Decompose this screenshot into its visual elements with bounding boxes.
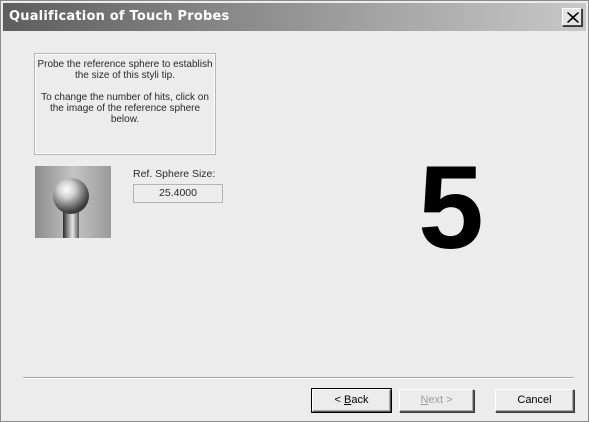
instructions-text-2: To change the number of hits, click on t… bbox=[41, 92, 209, 125]
qualification-dialog: Qualification of Touch Probes Probe the … bbox=[0, 0, 589, 422]
window-title: Qualification of Touch Probes bbox=[9, 9, 230, 24]
button-separator bbox=[23, 377, 574, 379]
close-button[interactable] bbox=[562, 8, 582, 26]
reference-sphere-image[interactable] bbox=[35, 166, 111, 238]
hits-remaining-count: 5 bbox=[418, 142, 484, 274]
back-button[interactable]: < Back bbox=[311, 388, 392, 413]
next-button-label: Next > bbox=[420, 394, 453, 406]
title-bar: Qualification of Touch Probes bbox=[3, 3, 586, 31]
close-icon bbox=[567, 12, 579, 23]
back-button-label: < Back bbox=[334, 394, 369, 406]
reference-sphere-icon bbox=[53, 178, 89, 238]
cancel-button-label: Cancel bbox=[517, 394, 552, 406]
ref-sphere-size-label: Ref. Sphere Size: bbox=[133, 168, 216, 180]
cancel-button[interactable]: Cancel bbox=[495, 389, 574, 412]
instructions-box: Probe the reference sphere to establish … bbox=[34, 53, 216, 155]
next-button[interactable]: Next > bbox=[399, 389, 474, 412]
ref-sphere-size-value: 25.4000 bbox=[133, 184, 223, 203]
instructions-text-1: Probe the reference sphere to establish … bbox=[37, 59, 213, 81]
